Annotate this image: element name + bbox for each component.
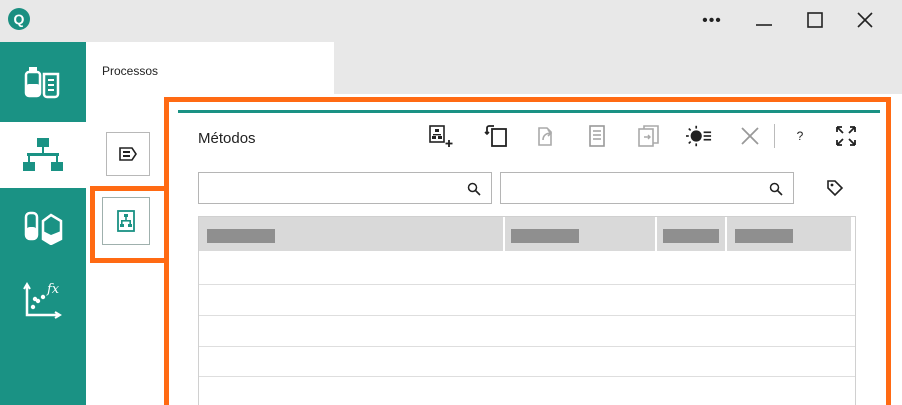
svg-text:fx: fx: [46, 282, 60, 297]
lab-bottles-icon: [24, 67, 60, 99]
maximize-icon: [807, 12, 823, 28]
sample-containers-icon: [24, 211, 63, 245]
process-hierarchy-icon: [23, 138, 63, 171]
subnav-process-step-button[interactable]: [106, 132, 150, 176]
tab-processos[interactable]: Processos: [86, 42, 334, 94]
sidebar-item-functions[interactable]: fx: [0, 266, 86, 332]
highlight-panel-outline: [164, 97, 891, 405]
sidebar-item-processes[interactable]: [0, 122, 86, 188]
function-chart-icon: fx: [23, 282, 62, 319]
maximize-button[interactable]: [803, 10, 827, 32]
tab-label: Processos: [102, 64, 159, 78]
minimize-button[interactable]: [752, 10, 776, 32]
main-sidebar: fx: [0, 42, 86, 405]
more-options-button[interactable]: •••: [700, 10, 724, 32]
process-step-icon: [119, 147, 137, 161]
minimize-icon: [756, 24, 772, 26]
app-logo: Q: [8, 8, 30, 30]
sidebar-item-samples[interactable]: [0, 194, 86, 260]
close-button[interactable]: [853, 10, 877, 32]
sidebar-item-lab[interactable]: [0, 50, 86, 116]
close-icon: [857, 12, 873, 28]
highlight-subnav-outline: [90, 186, 169, 263]
